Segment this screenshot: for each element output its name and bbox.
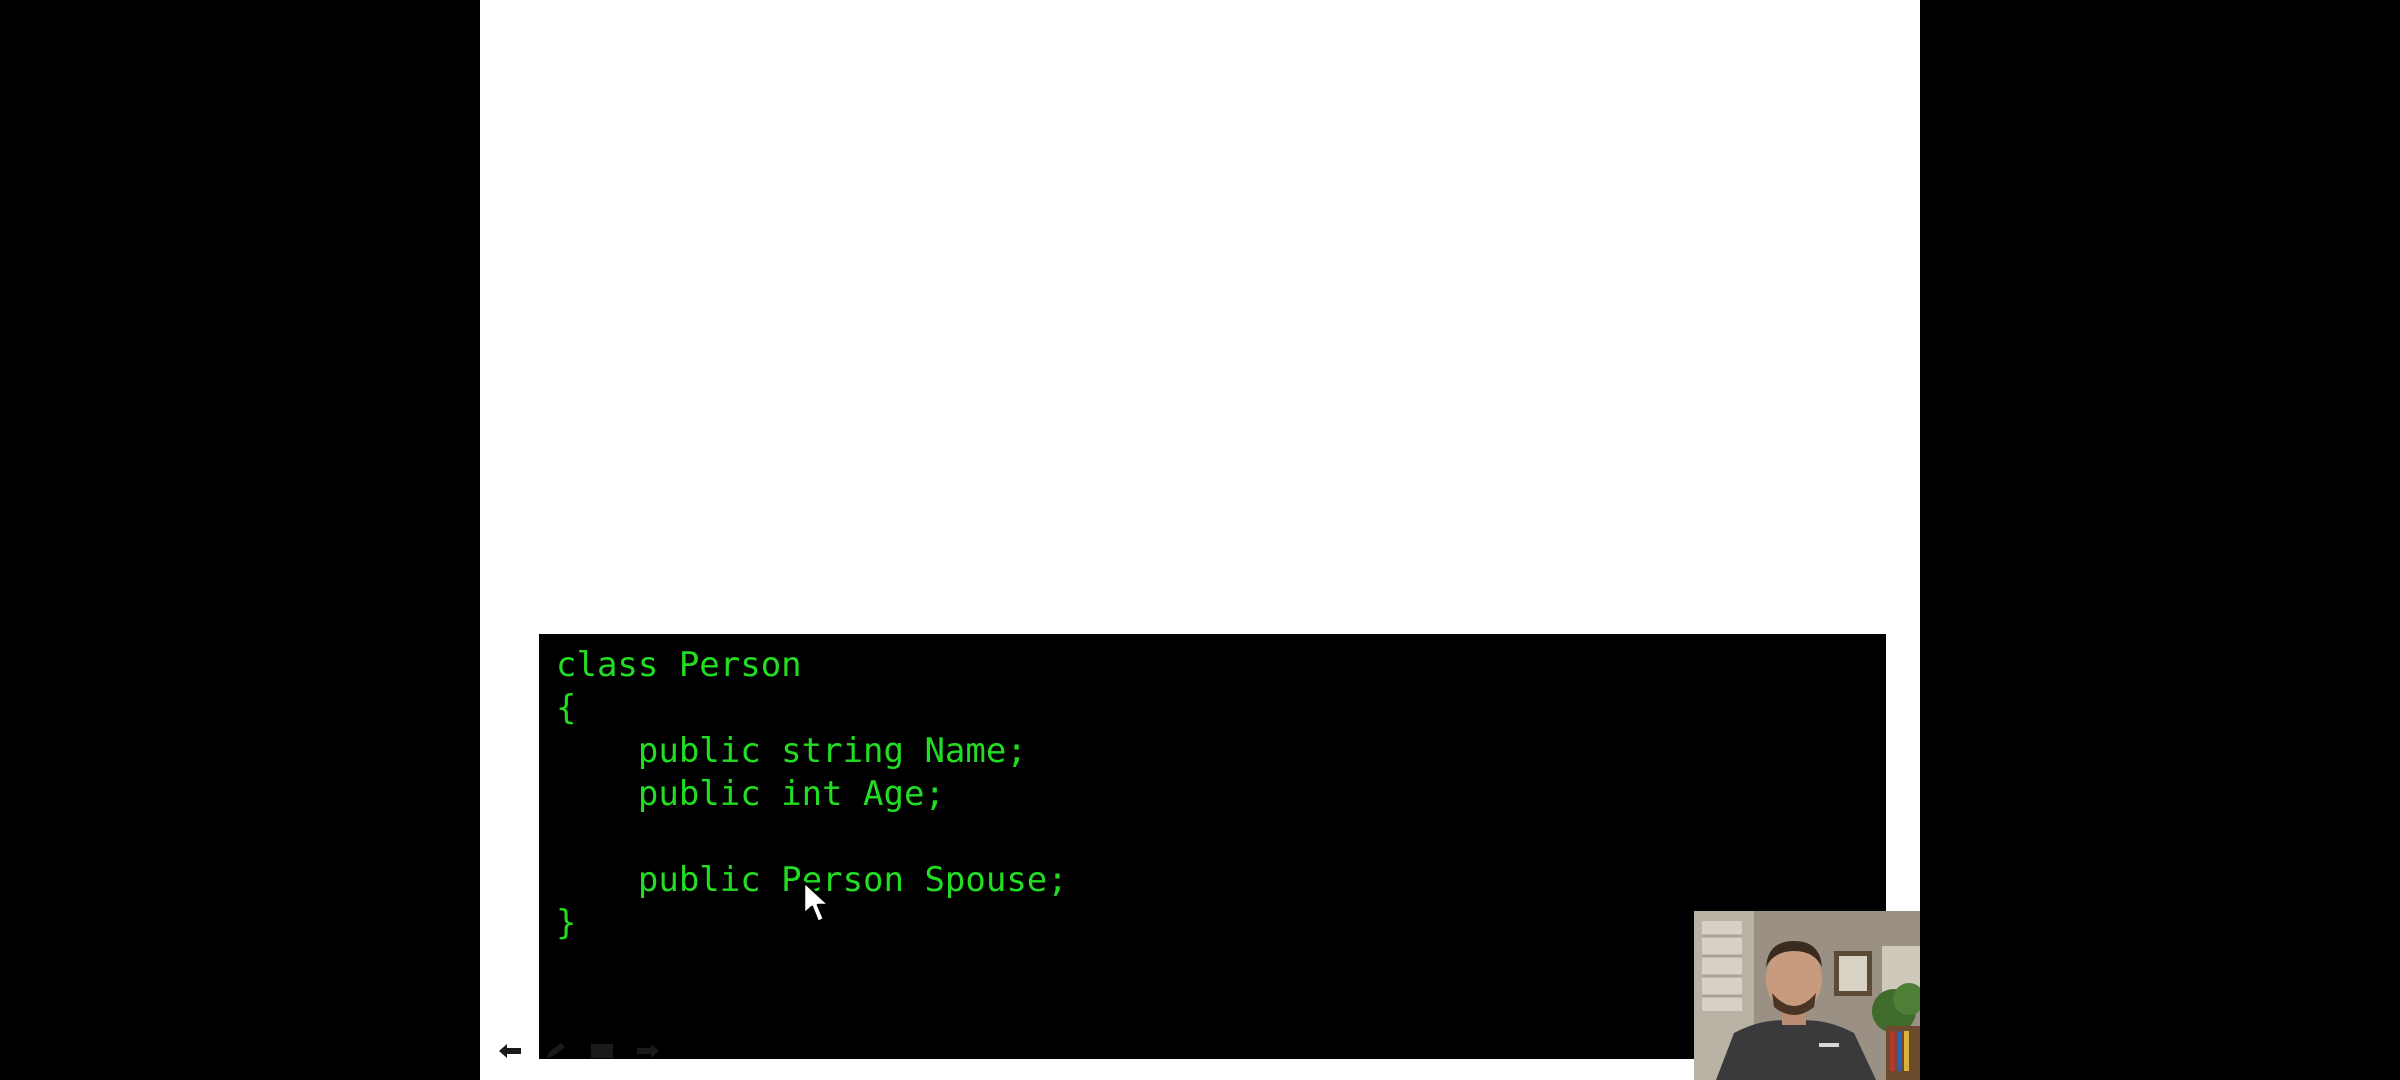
code-line: public Person Spouse;	[556, 860, 1068, 900]
code-line: {	[556, 688, 577, 728]
forward-arrow-icon[interactable]	[633, 1040, 663, 1062]
back-arrow-icon[interactable]	[495, 1040, 525, 1062]
pen-icon[interactable]	[541, 1040, 571, 1062]
mouse-pointer-icon	[802, 880, 831, 924]
code-line: }	[556, 903, 577, 943]
presenter-webcam	[1694, 911, 1920, 1080]
screen-icon[interactable]	[587, 1040, 617, 1062]
code-line: public int Age;	[556, 774, 945, 814]
code-line: public string Name;	[556, 731, 1027, 771]
slide-toolbar	[495, 1040, 663, 1062]
code-line: class Person	[556, 645, 802, 685]
video-frame: class Person { public string Name; publi…	[0, 0, 2400, 1080]
presenter-video-image	[1694, 911, 1920, 1080]
code-panel: class Person { public string Name; publi…	[539, 634, 1886, 1059]
